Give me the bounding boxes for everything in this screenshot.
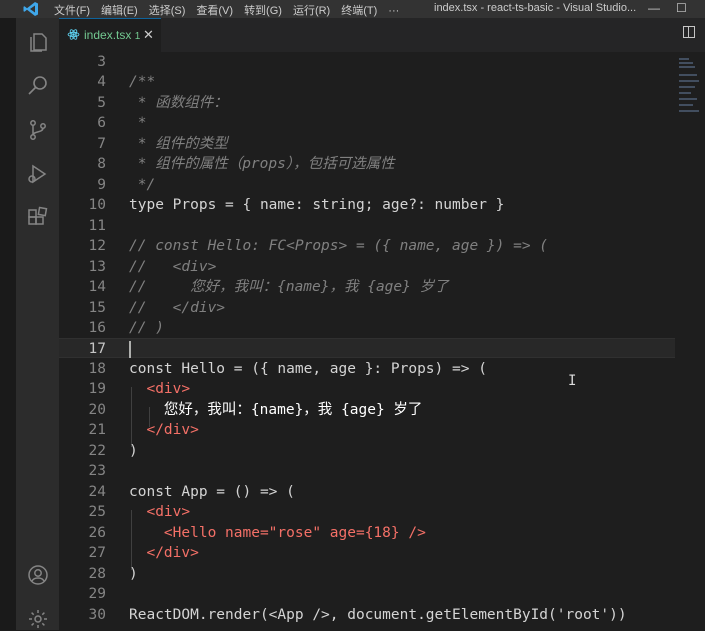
menu-bar: 文件(F) 编辑(E) 选择(S) 查看(V) 转到(G) 运行(R) 终端(T) ··· bbox=[54, 2, 410, 18]
code-line: 28) bbox=[88, 566, 138, 582]
mouse-ibeam-cursor: I bbox=[568, 373, 577, 389]
code-line: 12// const Hello: FC<Props> = ({ name, a… bbox=[88, 238, 549, 254]
minimap[interactable] bbox=[675, 52, 705, 630]
code-line: 24 const App = () => ( bbox=[88, 484, 295, 500]
extensions-icon[interactable] bbox=[26, 206, 50, 230]
code-line: 6 * bbox=[97, 115, 147, 131]
problem-count-badge: 1 bbox=[134, 31, 141, 42]
menu-selection[interactable]: 选择(S) bbox=[149, 5, 186, 17]
code-line: 9 */ bbox=[97, 177, 156, 193]
menu-view[interactable]: 查看(V) bbox=[196, 5, 233, 17]
search-icon[interactable] bbox=[26, 74, 50, 98]
manage-gear-icon[interactable] bbox=[26, 607, 50, 631]
react-file-icon bbox=[67, 29, 80, 40]
code-line: 14// 您好，我叫：{name}，我 {age} 岁了 bbox=[88, 279, 449, 295]
code-line: 30 ReactDOM.render(<App />, document.getE… bbox=[88, 607, 627, 623]
code-line: 22) bbox=[88, 443, 138, 459]
title-bar: 文件(F) 编辑(E) 选择(S) 查看(V) 转到(G) 运行(R) 终端(T) ··· i… bbox=[0, 0, 705, 18]
current-code-line: 17 bbox=[59, 338, 675, 358]
code-line: 7 * 组件的类型 bbox=[97, 136, 228, 152]
left-edge bbox=[0, 18, 16, 630]
code-line: 29 bbox=[88, 586, 106, 602]
source-control-icon[interactable] bbox=[26, 118, 50, 142]
explorer-icon[interactable] bbox=[26, 30, 50, 54]
code-editor[interactable]: 3 4/** 5 * 函数组件： 6 * 7 * 组件的类型 8 * 组件的属性… bbox=[59, 52, 675, 630]
tab-label: index.tsx 1 bbox=[84, 28, 141, 42]
editor-tab-bar: index.tsx 1 ✕ bbox=[59, 18, 705, 52]
code-line: 18 const Hello = ({ name, age }: Props) =… bbox=[88, 361, 487, 377]
code-line: 20 您好，我叫：{name}，我 {age} 岁了 bbox=[88, 402, 423, 418]
vscode-logo-icon bbox=[23, 2, 38, 16]
code-line: 4/** bbox=[97, 74, 156, 90]
maximize-button[interactable]: ☐ bbox=[676, 1, 687, 15]
code-line: 21 </div> bbox=[88, 422, 199, 438]
code-line: 10 type Props = { name: string; age?: num… bbox=[88, 197, 505, 213]
code-line: 11 bbox=[88, 218, 106, 234]
code-line: 15// </div> bbox=[88, 300, 226, 316]
tab-index-tsx[interactable]: index.tsx 1 ✕ bbox=[59, 18, 161, 52]
window-title: index.tsx - react-ts-basic - Visual Stud… bbox=[434, 2, 637, 14]
code-line: 13// <div> bbox=[88, 259, 217, 275]
code-line: 26 <Hello name="rose" age={18} /> bbox=[88, 525, 426, 541]
activity-bar bbox=[16, 18, 59, 630]
code-line: 5 * 函数组件： bbox=[97, 95, 228, 111]
split-editor-icon[interactable] bbox=[683, 26, 695, 38]
menu-file[interactable]: 文件(F) bbox=[54, 5, 90, 17]
code-line: 3 bbox=[97, 54, 106, 70]
minimize-button[interactable]: — bbox=[648, 1, 660, 15]
code-line: 27 </div> bbox=[88, 545, 199, 561]
text-cursor bbox=[129, 341, 131, 358]
code-line: 23 bbox=[88, 463, 106, 479]
account-icon[interactable] bbox=[26, 563, 50, 587]
menu-run[interactable]: 运行(R) bbox=[293, 5, 330, 17]
code-line: 16// ) bbox=[88, 320, 164, 336]
code-line: 19 <div> bbox=[88, 381, 191, 397]
menu-more[interactable]: ··· bbox=[388, 5, 399, 17]
close-tab-icon[interactable]: ✕ bbox=[143, 27, 154, 43]
menu-edit[interactable]: 编辑(E) bbox=[101, 5, 138, 17]
menu-terminal[interactable]: 终端(T) bbox=[341, 5, 377, 17]
code-line: 8 * 组件的属性（props），包括可选属性 bbox=[97, 156, 395, 172]
code-line: 25 <div> bbox=[88, 504, 191, 520]
menu-go[interactable]: 转到(G) bbox=[244, 5, 282, 17]
run-debug-icon[interactable] bbox=[26, 162, 50, 186]
